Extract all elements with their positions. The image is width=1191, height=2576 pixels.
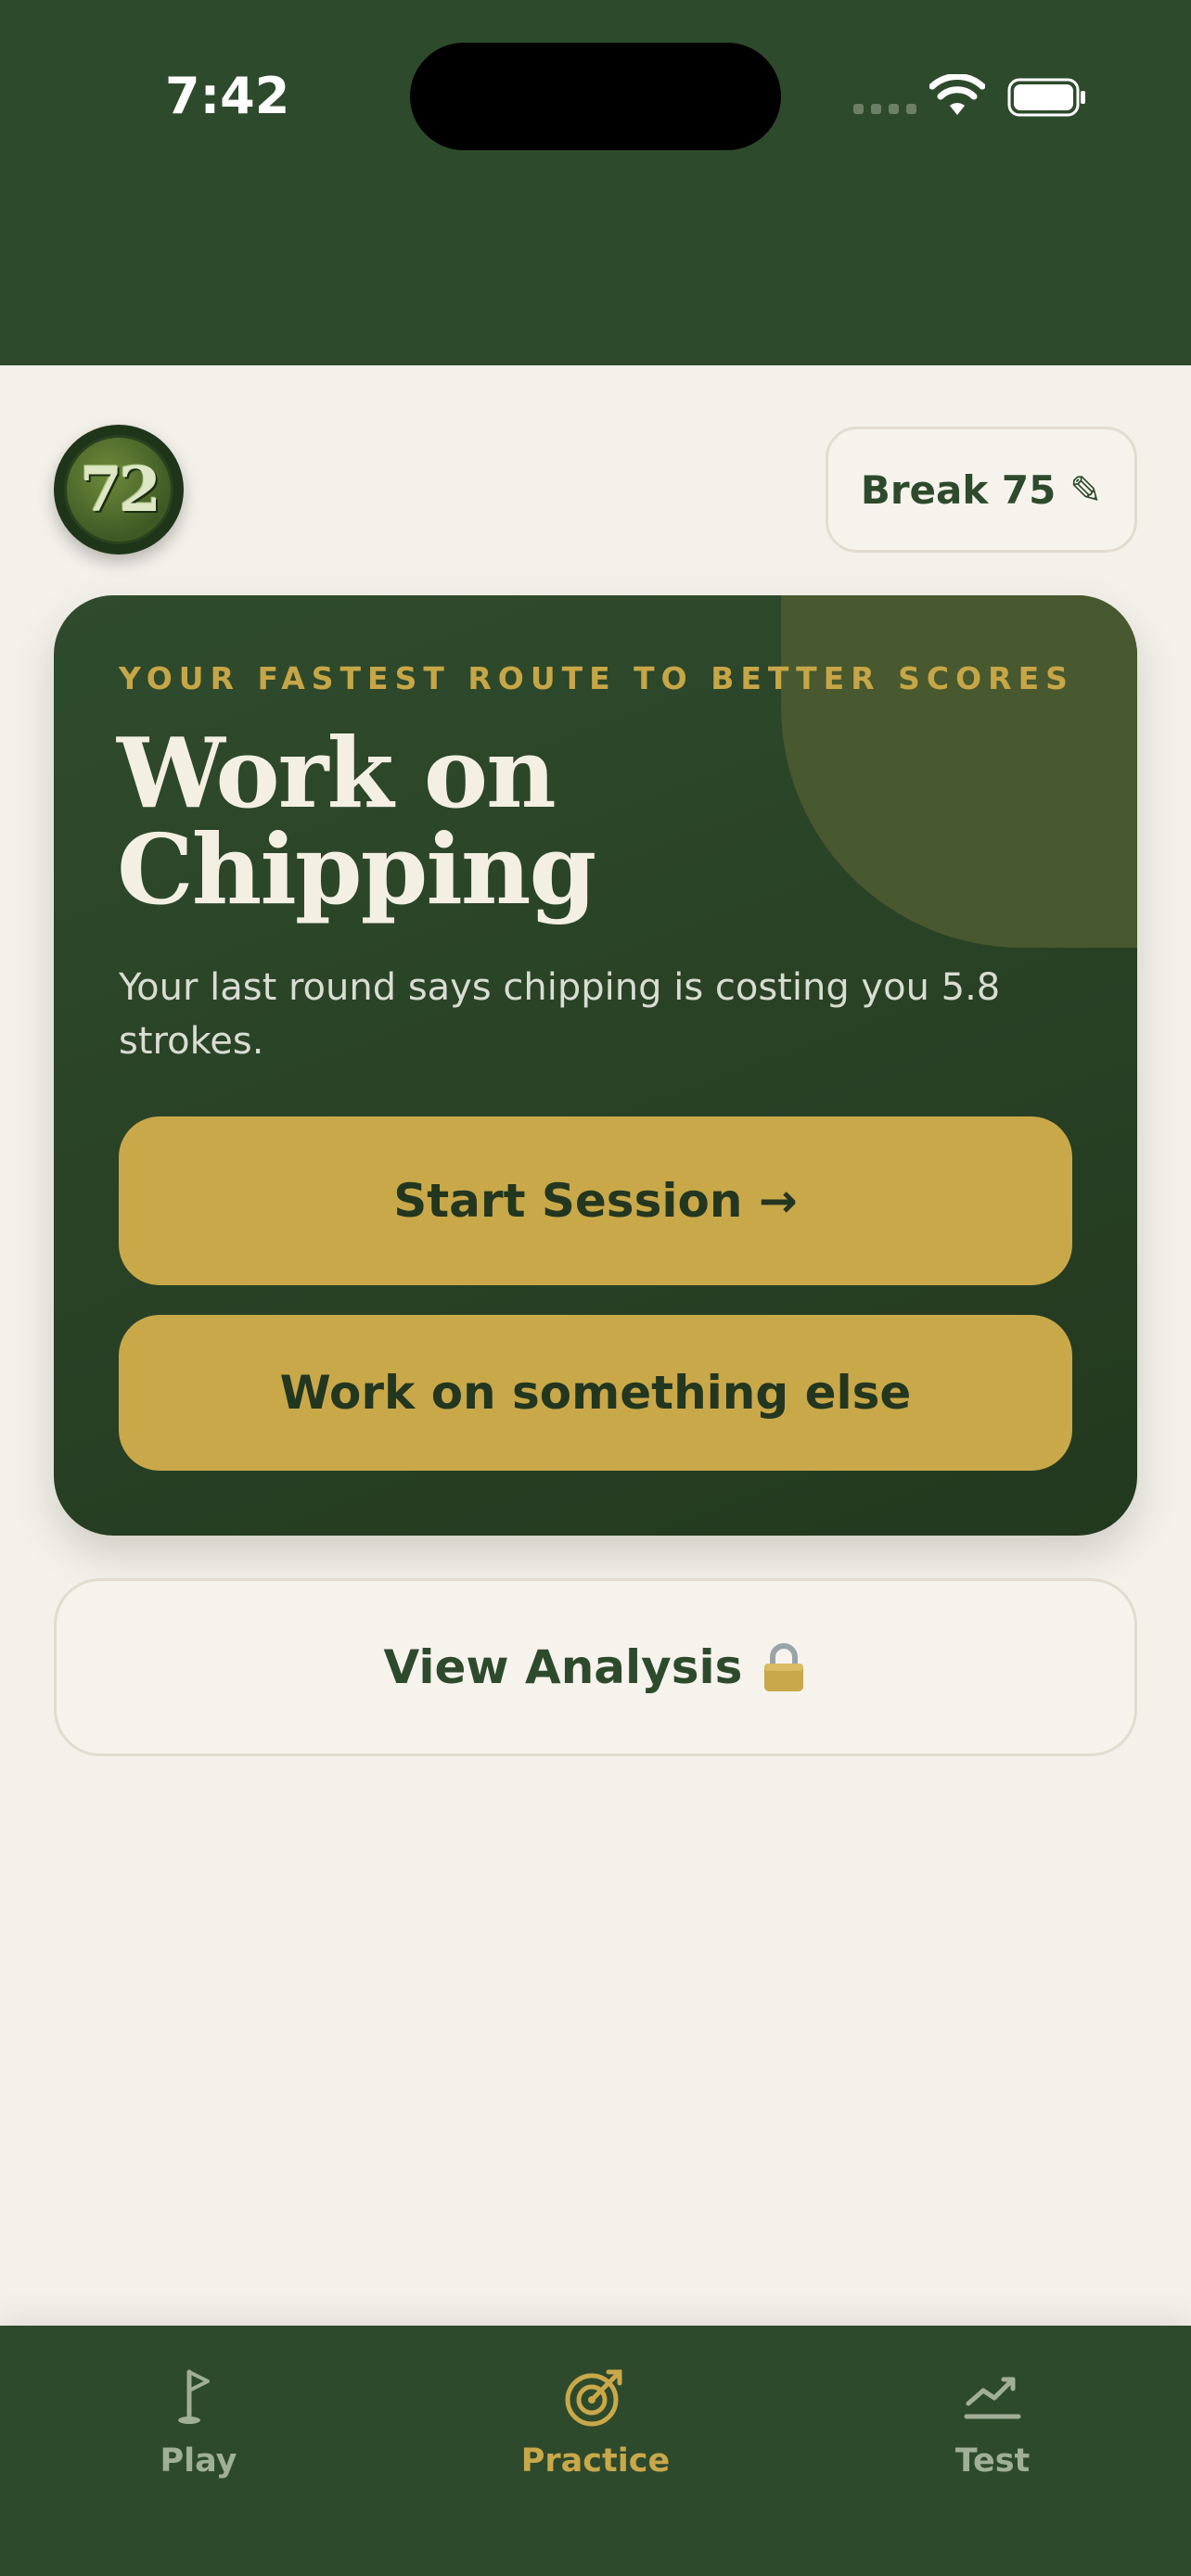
dynamic-island (410, 43, 781, 150)
flag-icon (178, 2369, 210, 2424)
hero-title-line1: Work on (117, 716, 557, 830)
hero-subtitle: Your last round says chipping is costing… (119, 966, 1001, 1063)
hero-title-line2: Chipping (117, 812, 596, 926)
battery-icon (1007, 78, 1085, 117)
header-band: 7:42 (0, 0, 1191, 365)
tab-label: Play (160, 2442, 237, 2480)
view-analysis-button[interactable]: View Analysis (54, 1578, 1137, 1756)
lock-icon (764, 1643, 804, 1691)
tab-label: Practice (520, 2442, 671, 2480)
trend-icon (964, 2377, 1021, 2419)
wifi-icon (929, 74, 985, 115)
hero-decoration (781, 595, 1137, 948)
tab-practice[interactable]: Practice (456, 2363, 735, 2502)
tab-play[interactable]: Play (59, 2363, 338, 2502)
cellular-signal-icon (853, 104, 916, 114)
start-session-button[interactable]: Start Session → (119, 1116, 1072, 1285)
practice-screen: 7:42 72 Break 75 ✎ YOUR FASTEST ROUTE TO… (0, 0, 1191, 2576)
status-time: 7:42 (165, 67, 290, 125)
target-icon (565, 2369, 622, 2427)
tab-test[interactable]: Test (853, 2363, 1132, 2502)
start-session-label: Start Session → (393, 1174, 798, 1228)
work-on-something-else-button[interactable]: Work on something else (119, 1315, 1072, 1471)
bottom-tab-bar: Play Practice Test (0, 2326, 1191, 2576)
hero-kicker: YOUR FASTEST ROUTE TO BETTER SCORES (119, 660, 1074, 696)
hero-card: YOUR FASTEST ROUTE TO BETTER SCORES Work… (54, 595, 1137, 1536)
profile-avatar[interactable]: 72 (54, 425, 184, 555)
goal-edit-button[interactable]: Break 75 ✎ (826, 427, 1137, 553)
avatar-badge: 72 (64, 435, 173, 544)
hero-title: Work on Chipping (117, 725, 822, 918)
view-analysis-label: View Analysis (383, 1640, 743, 1694)
tab-label: Test (954, 2442, 1031, 2480)
something-else-label: Work on something else (279, 1366, 912, 1420)
